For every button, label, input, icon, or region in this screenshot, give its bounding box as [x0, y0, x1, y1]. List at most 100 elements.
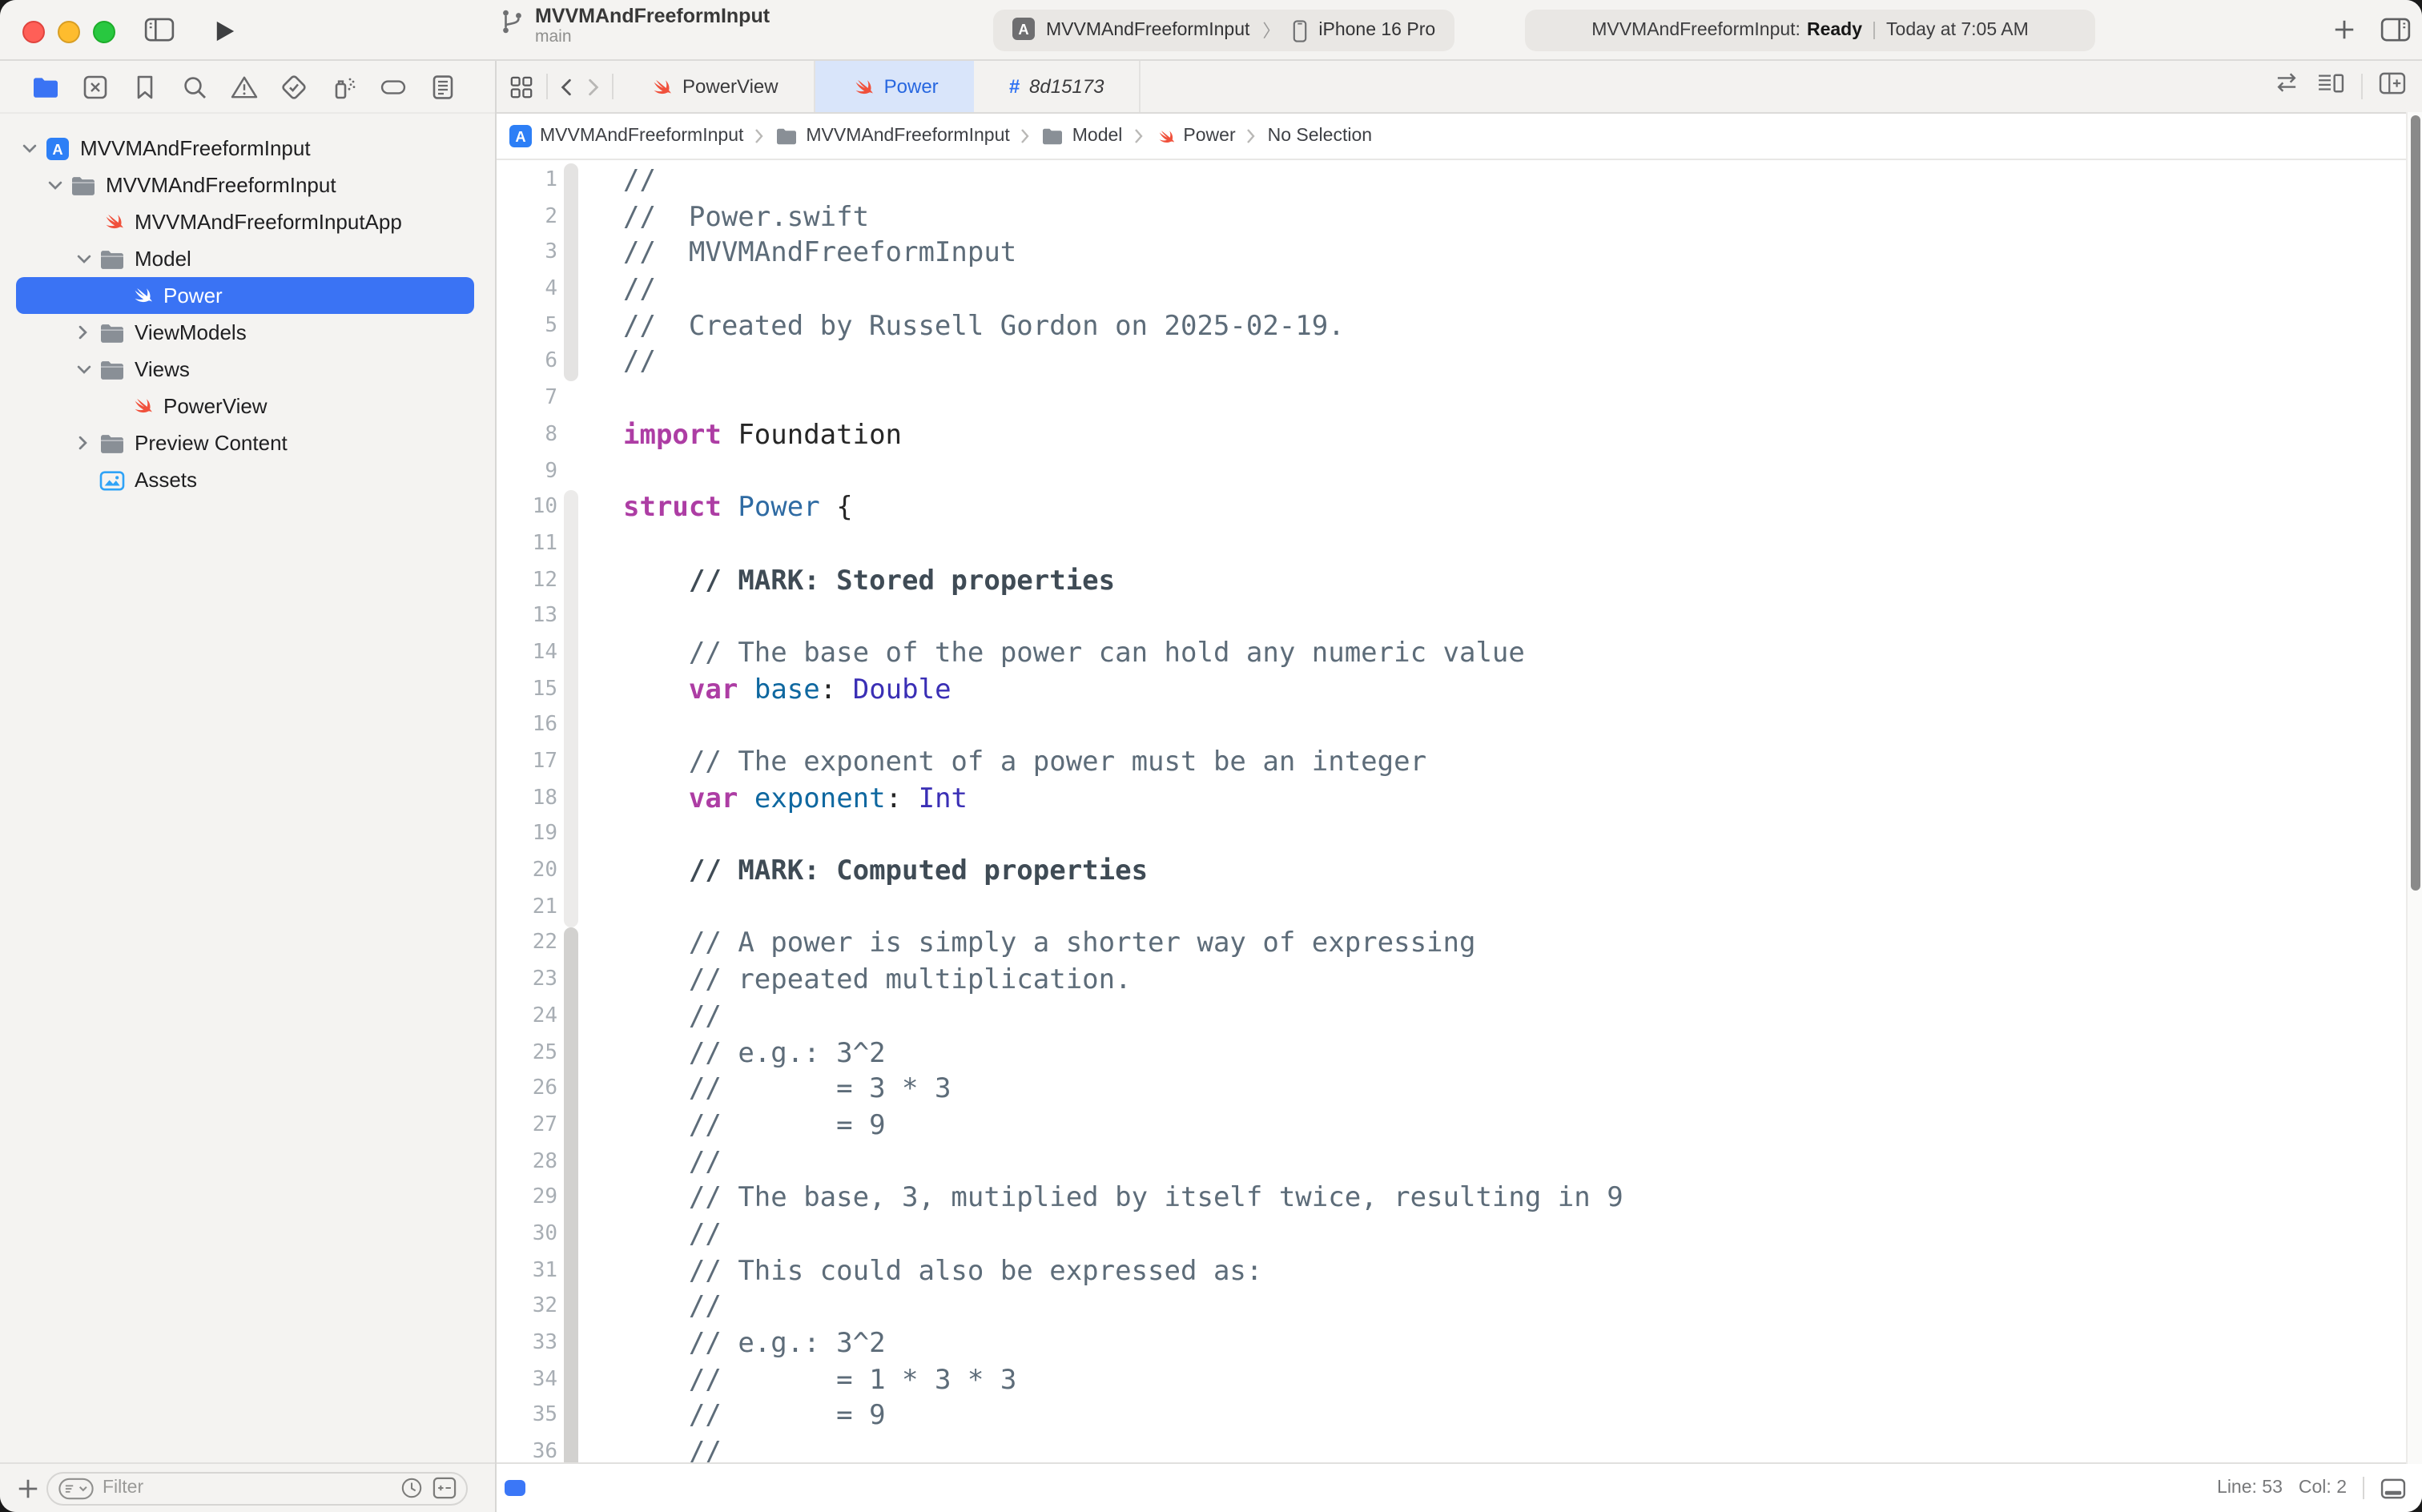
activity-status[interactable]: MVVMAndFreeformInput: Ready | Today at 7…: [1525, 10, 2095, 51]
file-label: MVVMAndFreeformInput: [106, 173, 336, 197]
toggle-left-sidebar-icon[interactable]: [144, 18, 175, 42]
branch-name: main: [535, 28, 770, 47]
scheme-selector[interactable]: A MVVMAndFreeformInput 〉 iPhone 16 Pro: [993, 10, 1454, 51]
hash-icon: #: [1009, 75, 1020, 98]
recent-files-clock-icon[interactable]: [400, 1477, 423, 1499]
code-line-14: 14 // The base of the power can hold any…: [497, 636, 2422, 672]
disclosure-open-icon[interactable]: [42, 180, 67, 190]
code-line-21: 21: [497, 891, 2422, 927]
filter-icon[interactable]: [58, 1476, 95, 1500]
breadcrumb-item-power[interactable]: Power: [1154, 126, 1235, 147]
run-destination[interactable]: iPhone 16 Pro: [1318, 21, 1435, 40]
back-button[interactable]: [548, 78, 585, 95]
source-editor[interactable]: 1//2// Power.swift3// MVVMAndFreeformInp…: [497, 160, 2422, 1462]
breadcrumb-item-model[interactable]: Model: [1042, 127, 1123, 146]
issue-navigator-icon[interactable]: [231, 73, 258, 100]
filter-field[interactable]: Filter: [46, 1471, 468, 1505]
file-row-views[interactable]: Views: [16, 351, 474, 388]
breadcrumb-chevron-icon: [1247, 128, 1257, 144]
file-label: PowerView: [163, 394, 268, 418]
file-row-mvvmandfreeforminputapp[interactable]: MVVMAndFreeformInputApp: [16, 203, 474, 240]
disclosure-open-icon[interactable]: [16, 143, 42, 153]
tab-label: 8d15173: [1029, 75, 1104, 98]
line-number: 3: [497, 236, 564, 272]
swift-icon: [96, 210, 128, 234]
tab-label: Power: [884, 75, 939, 98]
code-text: // Created by Russell Gordon on 2025-02-…: [623, 309, 1345, 345]
line-number: 13: [497, 600, 564, 636]
svg-text:A: A: [1018, 20, 1028, 37]
disclosure-open-icon[interactable]: [70, 364, 96, 374]
tab-powerview[interactable]: PowerView: [614, 61, 815, 112]
find-navigator-icon[interactable]: [181, 73, 208, 100]
code-line-2: 2// Power.swift: [497, 199, 2422, 235]
line-number: 27: [497, 1108, 564, 1144]
code-line-12: 12 // MARK: Stored properties: [497, 563, 2422, 599]
close-button[interactable]: [22, 21, 45, 43]
line-number: 17: [497, 745, 564, 781]
breadcrumb-item-mvvmandfreeforminput[interactable]: AMVVMAndFreeformInput: [509, 125, 743, 147]
file-label: MVVMAndFreeformInputApp: [135, 210, 402, 234]
file-row-assets[interactable]: Assets: [16, 461, 474, 498]
code-line-3: 3// MVVMAndFreeformInput: [497, 236, 2422, 272]
minimize-button[interactable]: [58, 21, 80, 43]
toggle-right-inspector-icon[interactable]: [2380, 18, 2411, 42]
report-navigator-icon[interactable]: [429, 73, 457, 100]
line-number: 18: [497, 781, 564, 817]
forward-button[interactable]: [585, 78, 612, 95]
file-row-powerview[interactable]: PowerView: [16, 388, 474, 424]
code-line-8: 8import Foundation: [497, 418, 2422, 454]
tab-8d15173[interactable]: #8d15173: [974, 61, 1141, 112]
add-editor-icon[interactable]: [2379, 71, 2406, 102]
library-plus-button[interactable]: [2332, 18, 2356, 42]
toggle-debug-area-icon[interactable]: [2380, 1478, 2406, 1498]
file-row-model[interactable]: Model: [16, 240, 474, 277]
breadcrumb-item-mvvmandfreeforminput[interactable]: MVVMAndFreeformInput: [775, 127, 1009, 146]
related-items-icon[interactable]: [497, 74, 546, 99]
scheme-name[interactable]: MVVMAndFreeformInput: [1046, 21, 1249, 40]
breadcrumb-item-no-selection[interactable]: No Selection: [1268, 127, 1372, 146]
zoom-button[interactable]: [93, 21, 115, 43]
minimap-icon[interactable]: [2316, 71, 2345, 102]
chevron-right-icon: 〉: [1261, 18, 1281, 43]
breakpoint-navigator-icon[interactable]: [380, 73, 407, 100]
filter-placeholder: Filter: [103, 1478, 400, 1498]
scrollbar-thumb[interactable]: [2410, 115, 2420, 891]
app-icon: A: [42, 137, 74, 159]
disclosure-closed-icon[interactable]: [70, 436, 96, 450]
file-row-power[interactable]: Power: [16, 277, 474, 314]
add-item-icon[interactable]: [16, 1476, 40, 1500]
breadcrumb-chevron-icon: [1133, 128, 1143, 144]
file-row-preview-content[interactable]: Preview Content: [16, 424, 474, 461]
file-row-mvvmandfreeforminput[interactable]: AMVVMAndFreeformInput: [16, 130, 474, 167]
editor-mode-indicator[interactable]: [505, 1480, 525, 1496]
line-number: 11: [497, 527, 564, 563]
project-navigator-icon[interactable]: [32, 73, 59, 100]
disclosure-closed-icon[interactable]: [70, 325, 96, 340]
editor-scrollbar: [2406, 112, 2422, 1464]
debug-navigator-icon[interactable]: [330, 73, 357, 100]
code-line-34: 34 // = 1 * 3 * 3: [497, 1362, 2422, 1398]
source-control-navigator-icon[interactable]: [82, 73, 109, 100]
code-text: //: [623, 999, 722, 1035]
code-line-36: 36 //: [497, 1435, 2422, 1462]
disclosure-open-icon[interactable]: [70, 254, 96, 263]
code-text: // e.g.: 3^2: [623, 1035, 886, 1072]
code-line-32: 32 //: [497, 1290, 2422, 1326]
tab-power[interactable]: Power: [815, 61, 974, 112]
file-row-viewmodels[interactable]: ViewModels: [16, 314, 474, 351]
code-line-35: 35 // = 9: [497, 1399, 2422, 1435]
code-text: // This could also be expressed as:: [623, 1253, 1262, 1289]
file-row-mvvmandfreeforminput[interactable]: MVVMAndFreeformInput: [16, 167, 474, 203]
code-line-6: 6//: [497, 345, 2422, 381]
line-number: 8: [497, 418, 564, 454]
bookmark-navigator-icon[interactable]: [131, 73, 159, 100]
code-line-5: 5// Created by Russell Gordon on 2025-02…: [497, 309, 2422, 345]
source-control-status-icon[interactable]: [432, 1477, 457, 1499]
toolbar: MVVMAndFreeformInput main A MVVMAndFreef…: [0, 0, 2422, 61]
code-line-13: 13: [497, 600, 2422, 636]
run-button[interactable]: [215, 19, 235, 43]
test-navigator-icon[interactable]: [280, 73, 308, 100]
code-text: // The base of the power can hold any nu…: [623, 636, 1525, 672]
code-review-icon[interactable]: [2273, 72, 2300, 101]
